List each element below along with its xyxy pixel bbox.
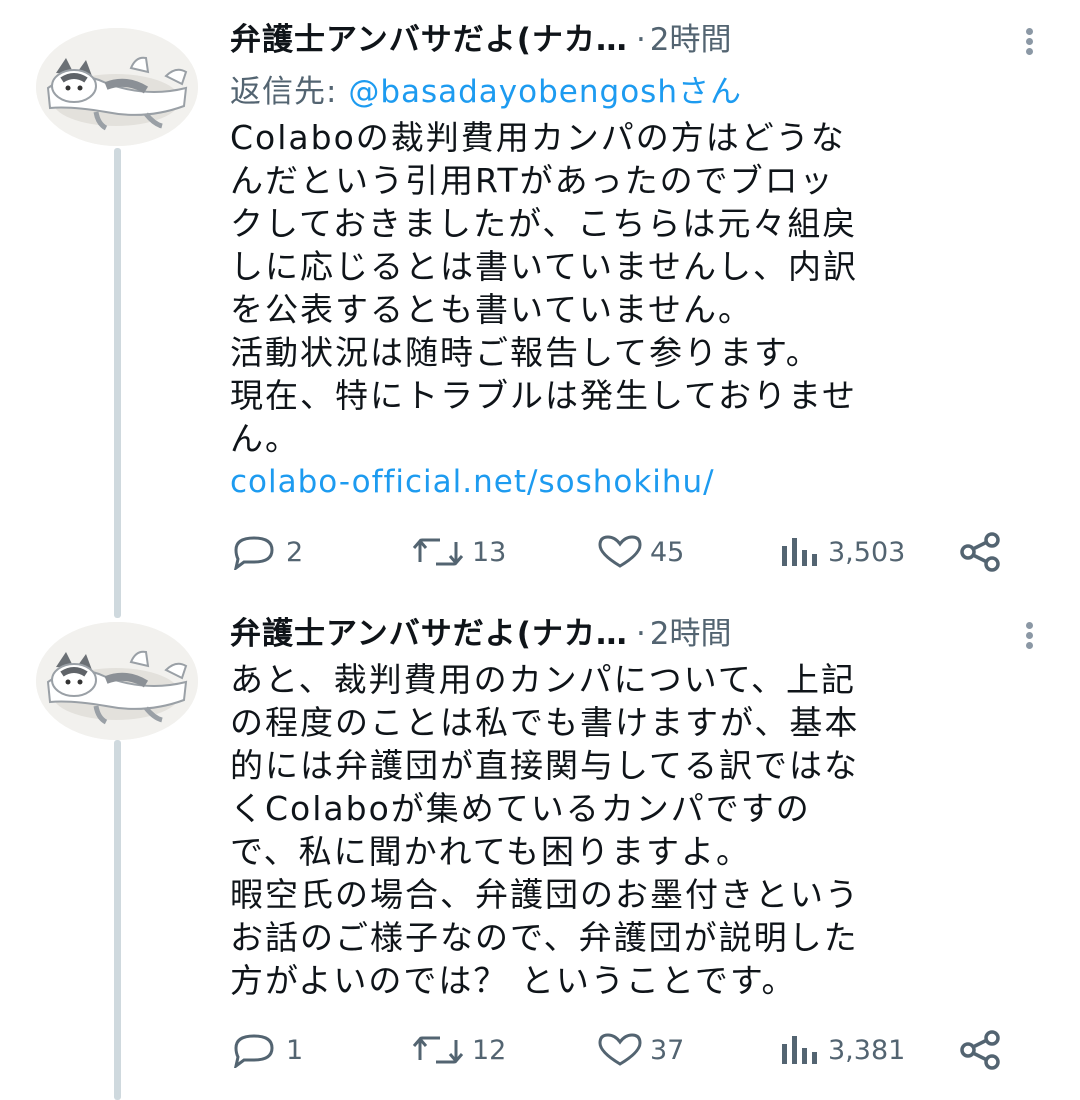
tweet-header: 弁護士アンバサだよ(ナカ… · 2時間 [230,22,1030,58]
text-line: を公表するとも書いていません。 [230,290,754,329]
retweet-icon [412,538,464,566]
text-line: 方がよいのでは？ ということです。 [230,961,797,1000]
more-vertical-icon[interactable] [1024,28,1034,58]
text-line: の程度のことは私でも書けますが、基本 [230,703,860,742]
text-line: 現在、特にトラブルは発生しておりませ [230,376,858,415]
author-name[interactable]: 弁護士アンバサだよ(ナカ… [230,22,628,58]
text-line: しに応じるとは書いていませんし、内訳 [230,247,859,286]
retweet-icon [412,1036,464,1064]
text-line: んだという引用RTがあったのでブロッ [230,161,835,200]
text-line: 的には弁護団が直接関与してる訳ではな [230,746,860,785]
like-count: 37 [650,1034,685,1066]
reply-button[interactable]: 1 [230,1028,303,1072]
views-button[interactable]: 3,503 [778,530,905,574]
replying-to-label: 返信先: [230,74,349,110]
timestamp[interactable]: 2時間 [650,616,732,652]
like-count: 45 [650,536,685,568]
like-button[interactable]: 37 [596,1028,684,1072]
text-line: ん。 [230,419,300,458]
reply-count: 1 [286,1034,304,1066]
text-line: で、私に聞かれても困りますよ。 [230,832,752,871]
reply-bubble-icon [234,536,274,570]
tweet-content: 弁護士アンバサだよ(ナカ… · 2時間 返信先: @basadayobengos… [230,22,1030,502]
reply-count: 2 [286,536,304,568]
views-bar-icon [782,538,817,566]
tweet-text: Colaboの裁判費用カンパの方はどうな んだという引用RTがあったのでブロッ … [230,116,1030,460]
text-line: あと、裁判費用のカンパについて、上記 [230,660,857,699]
replying-to: 返信先: @basadayobengoshさん [230,72,1030,112]
action-bar: 2 13 45 3,503 [230,530,1010,574]
reply-button[interactable]: 2 [230,530,303,574]
author-name[interactable]: 弁護士アンバサだよ(ナカ… [230,616,628,652]
share-icon [960,532,1000,572]
avatar[interactable] [36,28,198,146]
tweet-text: あと、裁判費用のカンパについて、上記 の程度のことは私でも書けますが、基本 的に… [230,658,1030,1002]
reply-handle-link[interactable]: @basadayobengoshさん [348,74,742,110]
retweet-count: 12 [472,1034,507,1066]
tweet-header: 弁護士アンバサだよ(ナカ… · 2時間 [230,616,1030,652]
views-count: 3,381 [828,1034,906,1066]
external-link[interactable]: colabo-official.net/soshokihu/ [230,462,1030,502]
separator-dot: · [635,22,646,58]
cat-avatar-icon [36,622,198,740]
tweet[interactable]: 弁護士アンバサだよ(ナカ… · 2時間 返信先: @basadayobengos… [0,0,1080,618]
text-line: 活動状況は随時ご報告して参ります。 [230,333,821,372]
views-count: 3,503 [828,536,906,568]
like-button[interactable]: 45 [596,530,684,574]
timestamp[interactable]: 2時間 [650,22,732,58]
text-line: クしておきましたが、こちらは元々組戻 [230,204,858,243]
avatar[interactable] [36,622,198,740]
action-bar: 1 12 37 3,381 [230,1028,1010,1072]
reply-bubble-icon [234,1034,274,1068]
tweet[interactable]: 弁護士アンバサだよ(ナカ… · 2時間 あと、裁判費用のカンパについて、上記 の… [0,600,1080,1100]
share-button[interactable] [958,530,1004,574]
share-button[interactable] [958,1028,1004,1072]
views-button[interactable]: 3,381 [778,1028,905,1072]
heart-icon [598,535,642,568]
text-line: くColaboが集めているカンパですの [230,789,811,828]
text-line: Colaboの裁判費用カンパの方はどうな [230,118,846,157]
views-bar-icon [782,1036,817,1064]
text-line: 暇空氏の場合、弁護団のお墨付きという [230,875,860,914]
cat-avatar-icon [36,28,198,146]
share-icon [960,1030,1000,1070]
retweet-count: 13 [472,536,507,568]
retweet-button[interactable]: 12 [410,1028,506,1072]
heart-icon [598,1033,642,1066]
text-line: お話のご様子なので、弁護団が説明した [230,918,859,957]
more-vertical-icon[interactable] [1024,622,1034,652]
thread-line [114,148,121,618]
separator-dot: · [635,616,646,652]
tweet-content: 弁護士アンバサだよ(ナカ… · 2時間 あと、裁判費用のカンパについて、上記 の… [230,616,1030,1002]
retweet-button[interactable]: 13 [410,530,506,574]
thread-line [114,740,121,1100]
